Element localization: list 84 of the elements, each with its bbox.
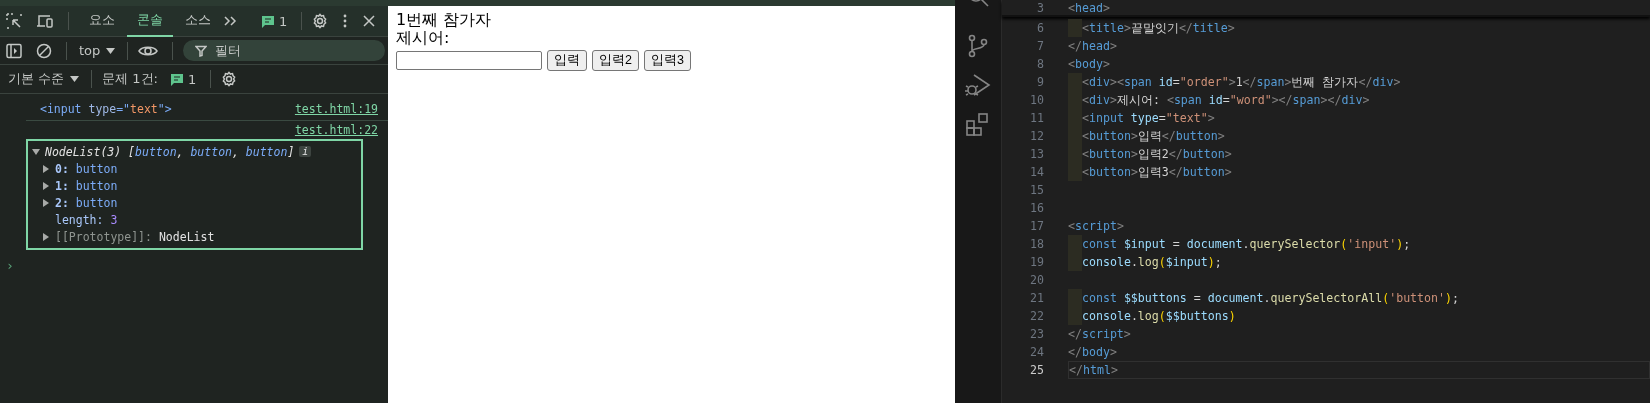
tree-item: length: 3 [54,211,119,228]
code-line: console.log($$buttons) [1082,309,1236,323]
code-line: console.log($input); [1082,255,1222,269]
code-line: <button>입력3</button> [1082,164,1232,180]
code-line: const $input = document.querySelector('input'); [1082,237,1411,251]
line-number: 24 [1029,345,1045,359]
console-prompt[interactable]: › [0,250,16,273]
context-dropdown[interactable]: top [77,43,118,58]
line-number: 17 [1029,219,1045,233]
tree-item[interactable]: [[Prototype]]: NodeList [32,228,361,245]
code-line: const $$buttons = document.querySelectorAll('button'); [1082,291,1459,305]
page-text: 제시어: [396,29,451,47]
info-badge: i [299,146,312,157]
code-line: <div>제시어: <span id="word"></span></div> [1082,92,1370,108]
source-link[interactable]: test.html:22 [294,123,378,137]
code-line: </html> [1069,363,1118,377]
filter-icon[interactable] [195,45,208,57]
run-debug-icon[interactable] [965,72,991,98]
code-line: <input type="text"> [1082,111,1215,125]
caret-icon[interactable] [106,47,116,54]
log-level-dropdown[interactable]: 기본 수준 [6,70,82,88]
filter-field[interactable]: 필터 [183,40,386,61]
tree-item[interactable]: 0: button [32,160,361,177]
line-number: 21 [1029,291,1045,305]
code-line: <div><span id="order">1</span>번째 참가자</div> [1082,74,1401,90]
line-number: 18 [1029,237,1045,251]
message-icon[interactable] [261,14,275,28]
page-button[interactable]: 입력 [547,50,587,71]
sidebar-icon[interactable] [6,42,22,59]
line-number: 12 [1029,129,1045,143]
code-line: <body> [1068,57,1110,71]
issues-button[interactable]: 1 [257,13,292,29]
line-number: 13 [1029,147,1045,161]
code-line: </script> [1068,327,1131,341]
console-message: <input type="text"> [40,102,172,116]
page-button[interactable]: 입력2 [592,50,639,71]
extensions-icon[interactable] [965,112,991,138]
close-icon[interactable] [362,14,377,28]
code-line: <script> [1068,219,1124,233]
line-number: 19 [1029,255,1045,269]
line-number: 11 [1029,111,1045,125]
settings-icon[interactable] [221,71,238,87]
line-number: 10 [1029,93,1045,107]
page-button[interactable]: 입력3 [643,50,691,71]
page-text: 1번째 참가자 [396,11,493,29]
tree-item[interactable]: NodeList(3) [button, button, button] i [32,143,361,160]
tab[interactable]: 콘솔 [127,5,173,37]
code-line: </head> [1068,39,1117,53]
tab[interactable]: 소스 [175,5,221,37]
more-icon[interactable] [342,13,349,29]
issues-label: 문제 1건: [102,70,158,88]
inspect-icon[interactable] [6,13,22,29]
line-number: 23 [1029,327,1045,341]
collapse-arrow-icon[interactable] [32,147,40,156]
line-number: 3 [1036,0,1045,15]
source-link[interactable]: test.html:19 [294,102,378,116]
double-chevron-icon[interactable] [223,15,237,27]
code-line: <title>끝말잇기</title> [1082,20,1235,36]
code-line: </body> [1068,345,1117,359]
text-input[interactable] [396,51,542,70]
settings-icon[interactable] [312,13,329,29]
line-number: 22 [1029,309,1045,323]
line-number: 9 [1036,75,1045,89]
tab[interactable]: 요소 [79,5,125,37]
code-line: <button>입력</button> [1082,128,1225,144]
tree-item[interactable]: 2: button [32,194,361,211]
tree-item[interactable]: 1: button [32,177,361,194]
line-number: 6 [1036,21,1045,35]
line-number: 20 [1029,273,1045,287]
branch-icon[interactable] [966,34,990,58]
line-number: 15 [1029,183,1045,197]
message-icon[interactable] [169,72,184,86]
code-line: <head> [1068,0,1110,15]
code-line: <button>입력2</button> [1082,146,1232,162]
line-number: 25 [1029,363,1045,377]
issues-button[interactable]: 1 [165,71,201,87]
clear-icon[interactable] [36,42,52,59]
line-number: 14 [1029,165,1045,179]
device-icon[interactable] [36,13,54,29]
line-number: 16 [1029,201,1045,215]
line-number: 7 [1036,39,1045,53]
expand-arrow-icon[interactable] [42,232,50,241]
caret-icon[interactable] [70,76,80,82]
line-number: 8 [1036,57,1045,71]
